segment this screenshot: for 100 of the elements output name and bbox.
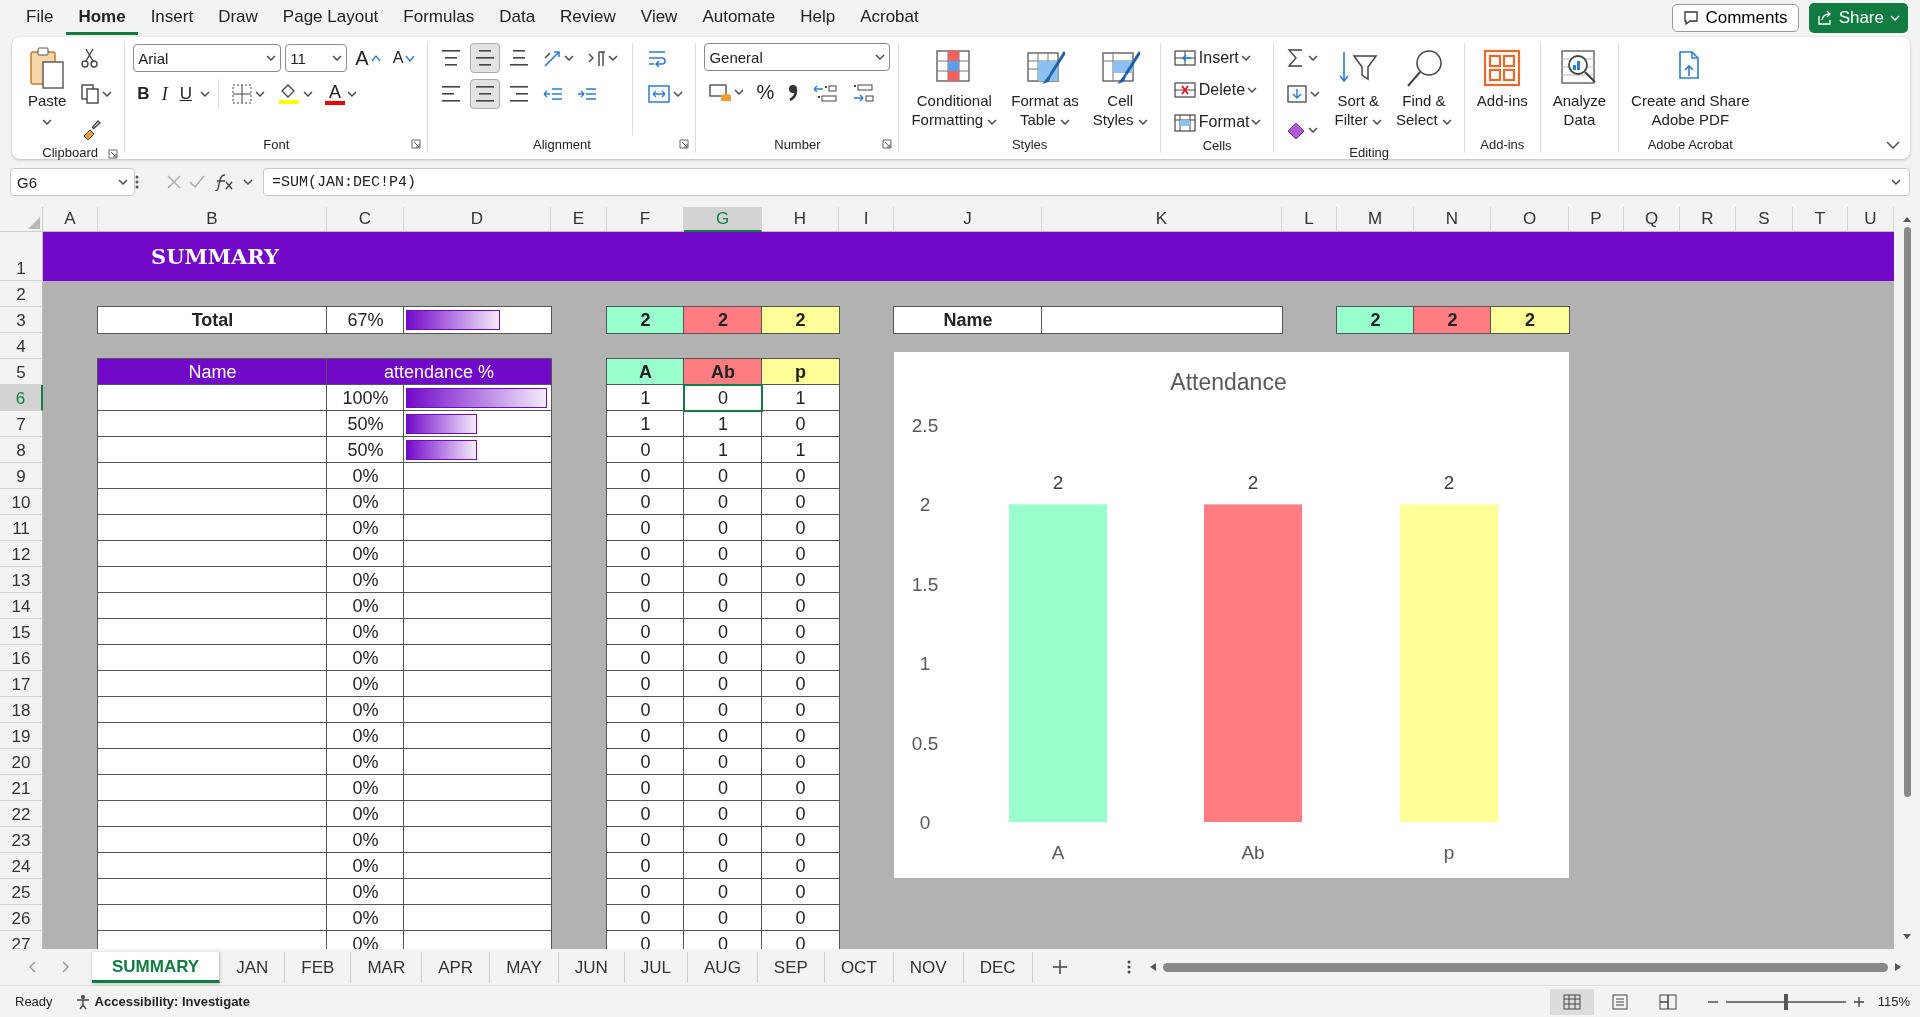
next-sheet-icon[interactable] bbox=[62, 961, 70, 973]
column-header[interactable]: E bbox=[551, 207, 607, 232]
sheet-tab[interactable]: SUMMARY bbox=[92, 951, 221, 983]
column-header[interactable]: R bbox=[1680, 207, 1736, 232]
scroll-thumb[interactable] bbox=[1903, 227, 1911, 797]
cell-brush-button[interactable]: Cell Styles bbox=[1088, 43, 1152, 131]
more-icon[interactable] bbox=[1126, 960, 1131, 974]
format-cells-button[interactable]: Format bbox=[1168, 107, 1266, 137]
number-format-field[interactable]: General bbox=[704, 43, 891, 71]
sheet-tab[interactable]: AUG bbox=[688, 951, 758, 983]
menu-tab[interactable]: Automate bbox=[690, 1, 788, 35]
document-share-button[interactable]: Create and Share Adobe PDF bbox=[1627, 43, 1754, 131]
column-header[interactable]: K bbox=[1042, 207, 1282, 232]
collapse-ribbon-icon[interactable] bbox=[1886, 141, 1900, 149]
menu-tab[interactable]: File bbox=[14, 1, 66, 35]
row-header[interactable]: 2 bbox=[0, 281, 43, 307]
align-middle-button[interactable] bbox=[470, 43, 501, 73]
row-header[interactable]: 12 bbox=[0, 541, 43, 567]
column-header[interactable]: C bbox=[327, 207, 404, 232]
column-header[interactable]: Q bbox=[1624, 207, 1680, 232]
sheet-tab[interactable]: MAY bbox=[490, 951, 559, 983]
row-header[interactable]: 10 bbox=[0, 489, 43, 515]
column-header[interactable]: H bbox=[762, 207, 839, 232]
decrease-font-button[interactable]: A bbox=[388, 43, 420, 73]
row-header[interactable]: 7 bbox=[0, 411, 43, 437]
row-header[interactable]: 3 bbox=[0, 307, 43, 333]
percent-button[interactable]: % bbox=[752, 77, 779, 107]
row-header[interactable]: 4 bbox=[0, 333, 43, 359]
scroll-right-icon[interactable] bbox=[1894, 962, 1902, 972]
check-icon[interactable] bbox=[189, 175, 205, 189]
scroll-thumb[interactable] bbox=[1162, 962, 1888, 972]
previous-sheet-icon[interactable] bbox=[28, 961, 36, 973]
sheet-tab[interactable]: OCT bbox=[824, 951, 894, 983]
scroll-up-icon[interactable] bbox=[1902, 215, 1912, 223]
row-header[interactable]: 19 bbox=[0, 723, 43, 749]
zoom-level[interactable]: 115% bbox=[1877, 994, 1910, 1009]
dialog-launcher-icon[interactable] bbox=[679, 139, 690, 149]
sheet-tab[interactable]: SEP bbox=[757, 951, 825, 983]
name-box[interactable]: G6 bbox=[10, 168, 135, 196]
menu-tab[interactable]: View bbox=[628, 1, 690, 35]
sheet-tab[interactable]: APR bbox=[422, 951, 491, 983]
column-header[interactable]: N bbox=[1414, 207, 1491, 232]
row-header[interactable]: 16 bbox=[0, 645, 43, 671]
row-header[interactable]: 24 bbox=[0, 853, 43, 879]
row-header[interactable]: 15 bbox=[0, 619, 43, 645]
sheet-tab[interactable]: DEC bbox=[963, 951, 1033, 983]
menu-tab[interactable]: Acrobat bbox=[848, 1, 931, 35]
menu-tab[interactable]: Insert bbox=[138, 1, 206, 35]
sheet-tab[interactable]: JUN bbox=[558, 951, 625, 983]
row-header[interactable]: 23 bbox=[0, 827, 43, 853]
column-header[interactable]: T bbox=[1793, 207, 1848, 232]
sheet-tab[interactable]: JAN bbox=[220, 951, 286, 983]
column-header[interactable]: M bbox=[1337, 207, 1414, 232]
italic-button[interactable]: I bbox=[157, 79, 172, 109]
chart-magnifier-button[interactable]: Analyze Data bbox=[1548, 43, 1611, 131]
row-header[interactable]: 20 bbox=[0, 749, 43, 775]
column-header[interactable]: A bbox=[43, 207, 98, 232]
accessibility-button[interactable]: Accessibility: Investigate bbox=[74, 993, 250, 1010]
paste-button[interactable]: Paste bbox=[24, 43, 71, 131]
font-size-field[interactable]: 11 bbox=[285, 44, 348, 72]
bold-button[interactable]: B bbox=[133, 79, 154, 109]
highlighted-grid-button[interactable]: Conditional Formatting bbox=[907, 43, 1002, 131]
scroll-down-icon[interactable] bbox=[1902, 933, 1912, 941]
function-icon[interactable] bbox=[213, 173, 235, 191]
column-header[interactable]: P bbox=[1569, 207, 1624, 232]
align-center-button[interactable] bbox=[470, 79, 501, 109]
menu-tab[interactable]: Page Layout bbox=[270, 1, 391, 35]
dialog-launcher-icon[interactable] bbox=[108, 149, 119, 159]
menu-tab[interactable]: Formulas bbox=[391, 1, 487, 35]
dialog-launcher-icon[interactable] bbox=[882, 139, 893, 149]
comments-button[interactable]: Comments bbox=[1672, 4, 1799, 32]
row-header[interactable]: 13 bbox=[0, 567, 43, 593]
column-header[interactable]: J bbox=[894, 207, 1042, 232]
row-header[interactable]: 9 bbox=[0, 463, 43, 489]
column-header[interactable]: S bbox=[1736, 207, 1793, 232]
sheet-tab[interactable]: NOV bbox=[893, 951, 964, 983]
increase-font-button[interactable]: A bbox=[351, 43, 385, 73]
row-header[interactable]: 5 bbox=[0, 359, 43, 385]
row-header[interactable]: 17 bbox=[0, 671, 43, 697]
column-header[interactable]: I bbox=[839, 207, 894, 232]
row-header[interactable]: 25 bbox=[0, 879, 43, 905]
row-header[interactable]: 18 bbox=[0, 697, 43, 723]
row-header[interactable]: 1 bbox=[0, 232, 43, 281]
column-header[interactable]: L bbox=[1282, 207, 1337, 232]
formula-field[interactable]: =SUM(JAN:DEC!P4) bbox=[263, 168, 1910, 196]
grid-squares-button[interactable]: Add-ins bbox=[1472, 43, 1532, 112]
insert-cells-button[interactable]: Insert bbox=[1168, 43, 1266, 73]
column-header[interactable]: O bbox=[1491, 207, 1569, 232]
add-sheet-icon[interactable] bbox=[1052, 960, 1067, 974]
row-header[interactable]: 22 bbox=[0, 801, 43, 827]
dialog-launcher-icon[interactable] bbox=[411, 139, 422, 149]
font-color-button[interactable]: A bbox=[320, 79, 361, 109]
menu-tab[interactable]: Review bbox=[548, 1, 628, 35]
row-header[interactable]: 26 bbox=[0, 905, 43, 931]
table-brush-button[interactable]: Format as Table bbox=[1007, 43, 1083, 131]
column-header[interactable]: B bbox=[98, 207, 327, 232]
search-button[interactable]: Find & Select bbox=[1392, 43, 1456, 131]
delete-cells-button[interactable]: Delete bbox=[1168, 75, 1266, 105]
zoom-slider-thumb[interactable] bbox=[1783, 993, 1788, 1010]
sort-filter-button[interactable]: Sort & Filter bbox=[1330, 43, 1386, 131]
